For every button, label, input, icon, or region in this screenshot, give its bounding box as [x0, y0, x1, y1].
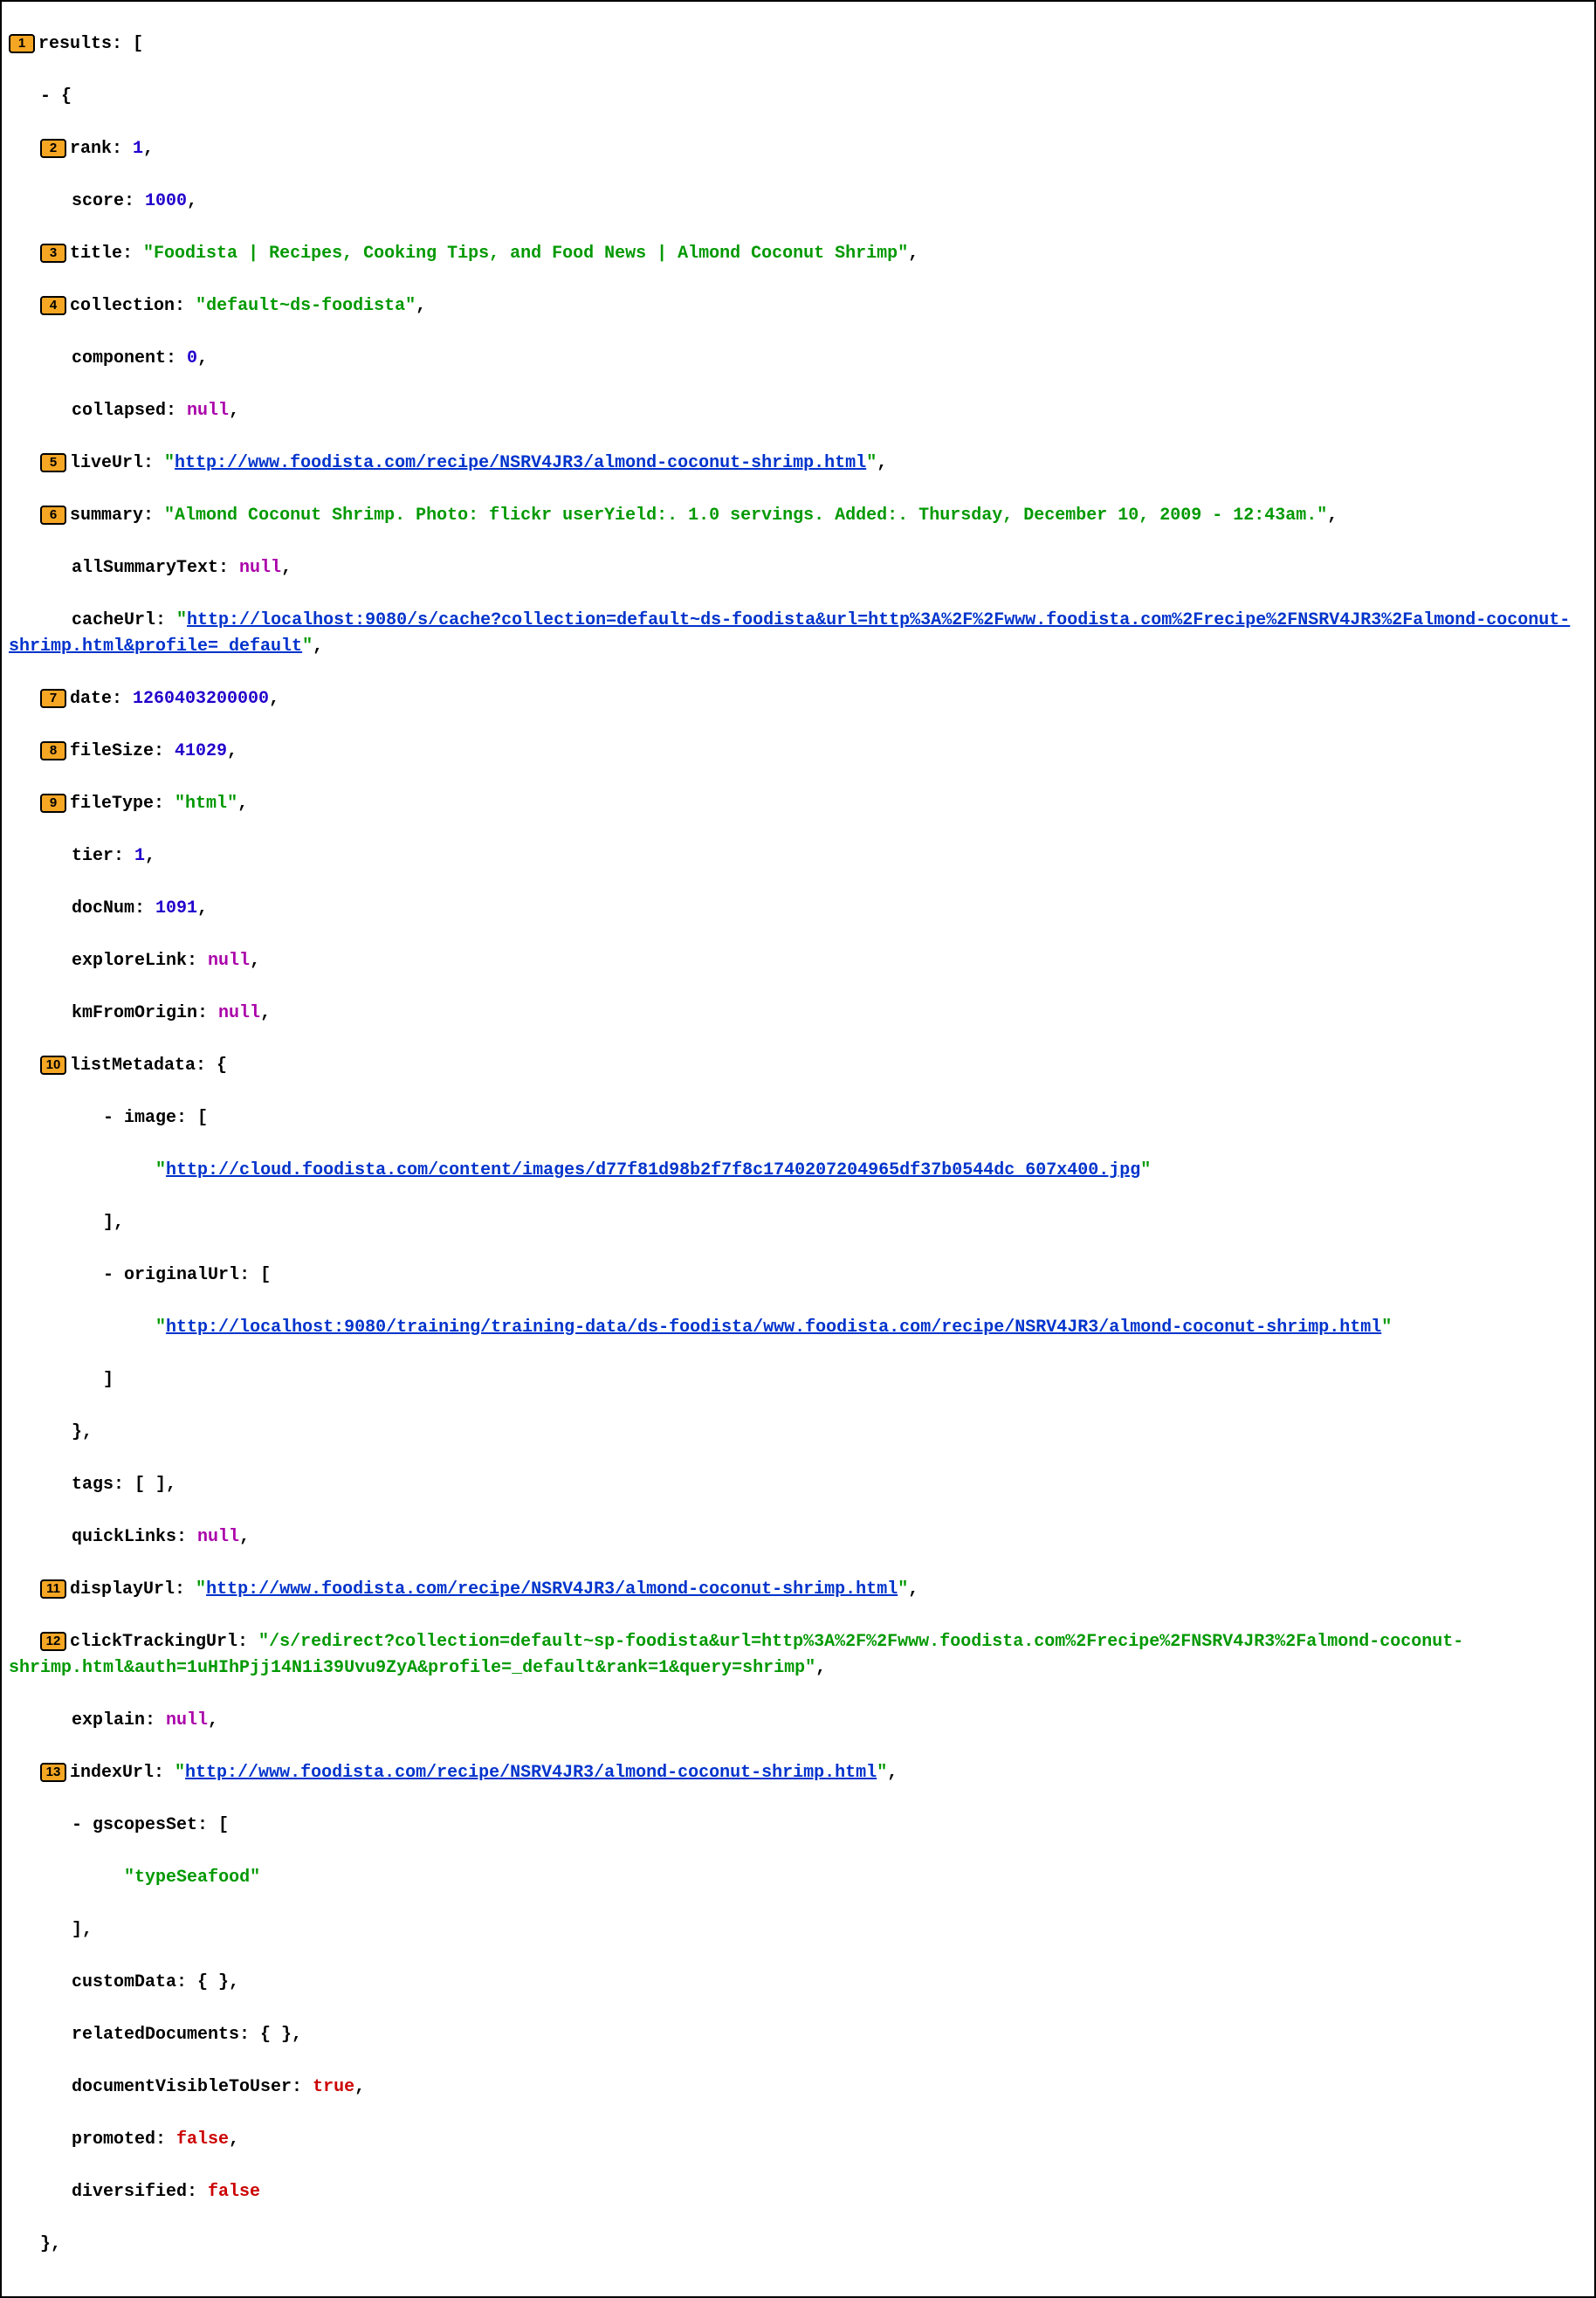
link-image[interactable]: http://cloud.foodista.com/content/images… — [166, 1160, 1140, 1180]
key-cacheUrl: cacheUrl — [72, 610, 155, 630]
key-kmFromOrigin: kmFromOrigin — [72, 1003, 197, 1023]
key-collapsed: collapsed — [72, 401, 166, 421]
key-exploreLink: exploreLink — [72, 951, 187, 971]
value-quickLinks: null — [197, 1527, 239, 1547]
link-liveUrl[interactable]: http://www.foodista.com/recipe/NSRV4JR3/… — [175, 453, 866, 473]
key-listMetadata: listMetadata — [70, 1056, 196, 1076]
callout-badge-13: 13 — [40, 1763, 66, 1782]
value-documentVisibleToUser: true — [313, 2077, 354, 2097]
key-originalUrl: originalUrl — [124, 1265, 239, 1285]
value-date: 1260403200000 — [133, 689, 269, 709]
value-fileType: html — [185, 794, 227, 814]
key-summary: summary — [70, 506, 143, 526]
key-tags: tags — [72, 1475, 114, 1495]
callout-badge-4: 4 — [40, 296, 66, 315]
key-promoted: promoted — [72, 2129, 155, 2150]
key-customData: customData — [72, 1972, 176, 1992]
key-date: date — [70, 689, 112, 709]
key-allSummaryText: allSummaryText — [72, 558, 218, 578]
key-image: image — [124, 1108, 176, 1128]
value-docNum: 1091 — [155, 898, 197, 919]
key-fileType: fileType — [70, 794, 154, 814]
key-fileSize: fileSize — [70, 741, 154, 761]
callout-badge-2: 2 — [40, 139, 66, 158]
value-tier: 1 — [134, 846, 145, 866]
key-score: score — [72, 191, 124, 211]
value-title: Foodista | Recipes, Cooking Tips, and Fo… — [154, 244, 898, 264]
callout-badge-11: 11 — [40, 1579, 66, 1599]
key-title: title — [70, 244, 122, 264]
link-originalUrl[interactable]: http://localhost:9080/training/training-… — [166, 1318, 1381, 1338]
link-indexUrl[interactable]: http://www.foodista.com/recipe/NSRV4JR3/… — [185, 1763, 877, 1783]
link-displayUrl[interactable]: http://www.foodista.com/recipe/NSRV4JR3/… — [206, 1579, 898, 1600]
value-collection: default~ds-foodista — [206, 296, 405, 316]
value-kmFromOrigin: null — [218, 1003, 260, 1023]
value-score: 1000 — [145, 191, 187, 211]
key-quickLinks: quickLinks — [72, 1527, 176, 1547]
key-liveUrl: liveUrl — [70, 453, 143, 473]
callout-badge-7: 7 — [40, 689, 66, 708]
key-clickTrackingUrl: clickTrackingUrl — [70, 1632, 237, 1652]
key-displayUrl: displayUrl — [70, 1579, 175, 1600]
value-explain: null — [166, 1710, 208, 1730]
key-docNum: docNum — [72, 898, 134, 919]
callout-badge-8: 8 — [40, 741, 66, 760]
value-exploreLink: null — [208, 951, 250, 971]
value-fileSize: 41029 — [175, 741, 227, 761]
key-diversified: diversified — [72, 2182, 187, 2202]
key-collection: collection — [70, 296, 175, 316]
key-gscopesSet: gscopesSet — [93, 1815, 197, 1835]
key-tier: tier — [72, 846, 114, 866]
key-relatedDocuments: relatedDocuments — [72, 2025, 239, 2045]
value-rank: 1 — [133, 139, 143, 159]
json-viewer: 1results: [ - { 2rank: 1, score: 1000, 3… — [0, 0, 1596, 2298]
value-collapsed: null — [187, 401, 229, 421]
value-gscopesSet: typeSeafood — [134, 1868, 250, 1888]
key-rank: rank — [70, 139, 112, 159]
value-component: 0 — [187, 348, 197, 368]
key-component: component — [72, 348, 166, 368]
value-allSummaryText: null — [239, 558, 281, 578]
callout-badge-3: 3 — [40, 244, 66, 263]
key-explain: explain — [72, 1710, 145, 1730]
callout-badge-6: 6 — [40, 506, 66, 525]
callout-badge-5: 5 — [40, 453, 66, 472]
callout-badge-9: 9 — [40, 794, 66, 813]
callout-badge-12: 12 — [40, 1632, 66, 1651]
key-results: results — [38, 34, 112, 54]
value-summary: Almond Coconut Shrimp. Photo: flickr use… — [175, 506, 1317, 526]
key-documentVisibleToUser: documentVisibleToUser — [72, 2077, 292, 2097]
callout-badge-10: 10 — [40, 1056, 66, 1075]
callout-badge-1: 1 — [9, 34, 35, 53]
value-promoted: false — [176, 2129, 229, 2150]
key-indexUrl: indexUrl — [70, 1763, 154, 1783]
value-diversified: false — [208, 2182, 260, 2202]
link-cacheUrl[interactable]: http://localhost:9080/s/cache?collection… — [9, 610, 1570, 657]
